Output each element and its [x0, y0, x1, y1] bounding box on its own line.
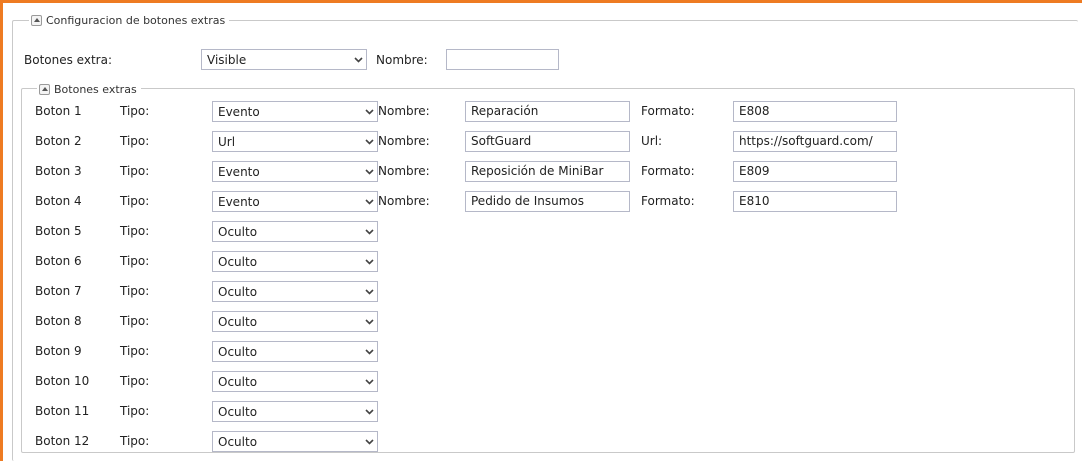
extra-label: Formato:: [641, 164, 695, 178]
tipo-select[interactable]: Url: [212, 131, 378, 152]
tipo-select[interactable]: Oculto: [212, 311, 378, 332]
chevron-down-icon[interactable]: [361, 402, 377, 421]
tipo-label: Tipo:: [120, 254, 150, 268]
tipo-select-value: Oculto: [218, 254, 258, 269]
tipo-label: Tipo:: [120, 344, 150, 358]
tipo-label: Tipo:: [120, 434, 150, 448]
chevron-down-icon[interactable]: [350, 50, 366, 69]
tipo-select-value: Evento: [218, 194, 260, 209]
outer-section-title: Configuracion de botones extras: [46, 13, 226, 27]
nombre-input[interactable]: Pedido de Insumos: [465, 191, 630, 212]
nombre-label: Nombre:: [378, 194, 430, 208]
chevron-down-icon[interactable]: [361, 102, 377, 121]
extra-input[interactable]: E810: [733, 191, 897, 212]
tipo-select[interactable]: Oculto: [212, 371, 378, 392]
tipo-select-value: Oculto: [218, 404, 258, 419]
tipo-select-value: Oculto: [218, 314, 258, 329]
nombre-input[interactable]: Reposición de MiniBar: [465, 161, 630, 182]
tipo-select-value: Oculto: [218, 284, 258, 299]
tipo-label: Tipo:: [120, 314, 150, 328]
chevron-down-icon[interactable]: [361, 282, 377, 301]
button-row-label: Boton 5: [35, 224, 82, 238]
tipo-label: Tipo:: [120, 404, 150, 418]
tipo-select[interactable]: Evento: [212, 191, 378, 212]
tipo-select[interactable]: Oculto: [212, 281, 378, 302]
chevron-down-icon[interactable]: [361, 312, 377, 331]
button-row-label: Boton 2: [35, 134, 82, 148]
inner-section-title: Botones extras: [54, 82, 137, 96]
tipo-select-value: Url: [218, 134, 236, 149]
visibility-label: Botones extra:: [24, 53, 112, 67]
tipo-select-value: Evento: [218, 164, 260, 179]
chevron-down-icon[interactable]: [361, 222, 377, 241]
tipo-select-value: Oculto: [218, 434, 258, 449]
collapse-icon[interactable]: [39, 83, 50, 95]
button-row-label: Boton 11: [35, 404, 90, 418]
chevron-down-icon[interactable]: [361, 372, 377, 391]
button-row-label: Boton 10: [35, 374, 90, 388]
nombre-label: Nombre:: [378, 164, 430, 178]
button-row-label: Boton 12: [35, 434, 90, 448]
nombre-label: Nombre:: [378, 104, 430, 118]
button-row-label: Boton 8: [35, 314, 82, 328]
extra-label: Formato:: [641, 104, 695, 118]
outer-fieldset-legend[interactable]: Configuracion de botones extras: [29, 12, 230, 28]
extra-input[interactable]: E809: [733, 161, 897, 182]
nombre-input[interactable]: Reparación: [465, 101, 630, 122]
tipo-select-value: Oculto: [218, 374, 258, 389]
tipo-select[interactable]: Evento: [212, 101, 378, 122]
button-row-label: Boton 9: [35, 344, 82, 358]
tipo-label: Tipo:: [120, 164, 150, 178]
button-row-label: Boton 4: [35, 194, 82, 208]
tipo-select-value: Oculto: [218, 344, 258, 359]
tipo-label: Tipo:: [120, 104, 150, 118]
button-row-label: Boton 3: [35, 164, 82, 178]
tipo-label: Tipo:: [120, 134, 150, 148]
config-panel: Configuracion de botones extras Botones …: [0, 0, 1082, 461]
chevron-down-icon[interactable]: [361, 252, 377, 271]
tipo-label: Tipo:: [120, 224, 150, 238]
chevron-down-icon[interactable]: [361, 342, 377, 361]
chevron-down-icon[interactable]: [361, 132, 377, 151]
visibility-select-value: Visible: [207, 52, 247, 67]
nombre-label: Nombre:: [378, 134, 430, 148]
chevron-down-icon[interactable]: [361, 162, 377, 181]
chevron-down-icon[interactable]: [361, 432, 377, 451]
tipo-select[interactable]: Evento: [212, 161, 378, 182]
collapse-icon[interactable]: [31, 14, 42, 26]
tipo-select-value: Oculto: [218, 224, 258, 239]
tipo-select[interactable]: Oculto: [212, 431, 378, 452]
inner-fieldset-legend[interactable]: Botones extras: [37, 82, 141, 96]
button-row-label: Boton 6: [35, 254, 82, 268]
tipo-label: Tipo:: [120, 194, 150, 208]
tipo-select[interactable]: Oculto: [212, 251, 378, 272]
nombre-input[interactable]: SoftGuard: [465, 131, 630, 152]
visibility-select[interactable]: Visible: [201, 49, 367, 70]
extra-input[interactable]: https://softguard.com/: [733, 131, 897, 152]
extra-label: Url:: [641, 134, 663, 148]
extra-label: Formato:: [641, 194, 695, 208]
extra-input[interactable]: E808: [733, 101, 897, 122]
tipo-select[interactable]: Oculto: [212, 401, 378, 422]
tipo-label: Tipo:: [120, 284, 150, 298]
button-row-label: Boton 7: [35, 284, 82, 298]
outer-name-input[interactable]: [446, 49, 559, 70]
tipo-select[interactable]: Oculto: [212, 221, 378, 242]
chevron-down-icon[interactable]: [361, 192, 377, 211]
outer-name-label: Nombre:: [376, 53, 428, 67]
tipo-label: Tipo:: [120, 374, 150, 388]
tipo-select-value: Evento: [218, 104, 260, 119]
tipo-select[interactable]: Oculto: [212, 341, 378, 362]
button-row-label: Boton 1: [35, 104, 82, 118]
